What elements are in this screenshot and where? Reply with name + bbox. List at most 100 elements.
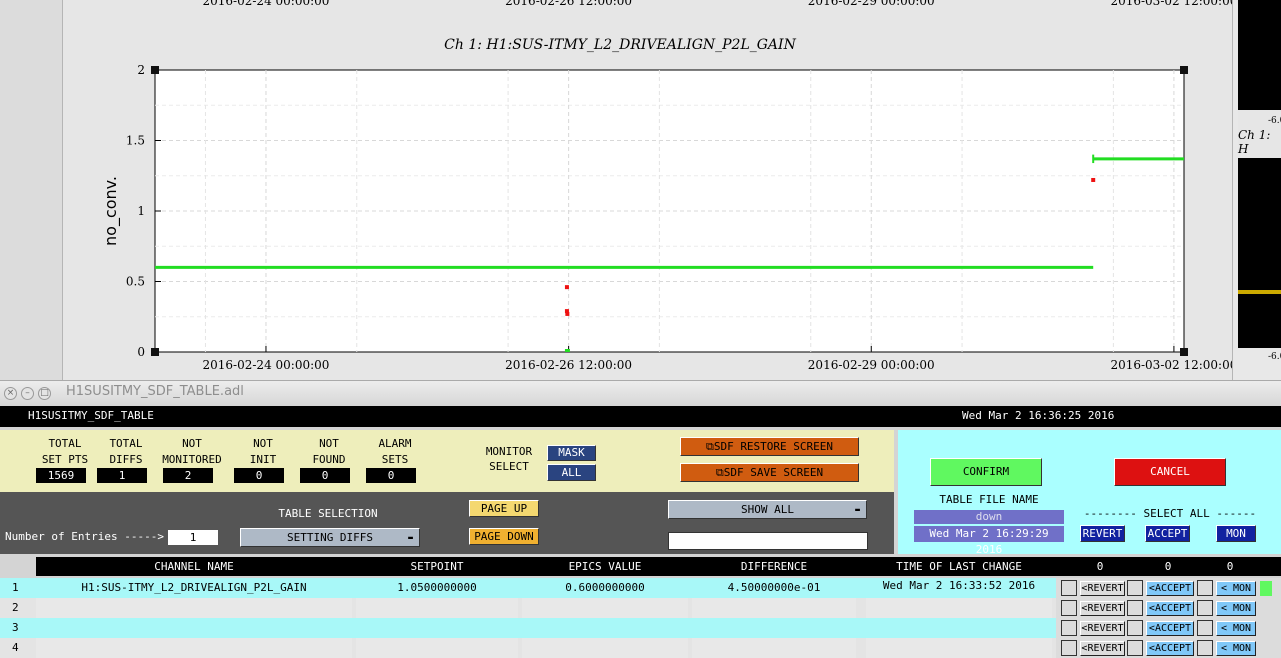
y-tick-label: 0 [137, 345, 145, 359]
plot-corner-handle[interactable] [151, 348, 159, 356]
all-button[interactable]: ALL [547, 464, 596, 481]
row-status-indicator [1260, 581, 1272, 596]
right-tick-label: -6.0 [1268, 116, 1281, 126]
mon-checkbox[interactable] [1197, 600, 1213, 616]
number-of-entries-value: 1 [168, 530, 218, 545]
table-selection-value: SETTING DIFFS [286, 531, 374, 544]
revert-checkbox[interactable] [1061, 600, 1077, 616]
accept-button[interactable]: <ACCEPT [1146, 601, 1194, 616]
sdf-save-screen-button[interactable]: ⧉SDF SAVE SCREEN [680, 463, 859, 482]
accept-count: 0 [1164, 560, 1172, 573]
channel-name-cell [36, 598, 352, 618]
page-up-button[interactable]: PAGE UP [469, 500, 539, 517]
row-number: 3 [0, 618, 36, 638]
select-all-accept-button[interactable]: ACCEPT [1145, 525, 1190, 542]
revert-button[interactable]: <REVERT [1080, 601, 1125, 616]
table-row[interactable]: 3 <REVERT <ACCEPT < MON [0, 618, 1281, 638]
column-header-difference: DIFFERENCE [740, 560, 808, 573]
stat-value: 1 [97, 468, 147, 483]
mon-count: 0 [1226, 560, 1234, 573]
channel-name-cell [36, 638, 352, 658]
y-axis-label: no_conv. [101, 176, 121, 246]
revert-checkbox[interactable] [1061, 580, 1077, 596]
table-row[interactable]: 1 H1:SUS-ITMY_L2_DRIVEALIGN_P2L_GAIN 1.050… [0, 578, 1281, 598]
accept-checkbox[interactable] [1127, 600, 1143, 616]
difference-cell [692, 598, 856, 618]
plot-title: Ch 1: H1:SUS-ITMY_L2_DRIVEALIGN_P2L_GAIN [444, 37, 796, 53]
mon-button[interactable]: < MON [1216, 601, 1256, 616]
table-row[interactable]: 2 <REVERT <ACCEPT < MON [0, 598, 1281, 618]
time-series-chart[interactable]: 0 0.5 1 1.5 2 2016-02-24 00:00:00 2016-02-24 0… [0, 0, 1232, 380]
x-tick-label: 2016-02-29 00:00:00 [808, 358, 935, 372]
accept-button[interactable]: <ACCEPT [1146, 581, 1194, 596]
x-tick-label: 2016-02-24 00:00:00 [203, 358, 330, 372]
epics-value-cell [522, 638, 688, 658]
plot-corner-handle[interactable] [151, 66, 159, 74]
revert-button[interactable]: <REVERT [1080, 581, 1125, 596]
stat-value: 0 [234, 468, 284, 483]
time-of-last-change-cell [866, 598, 1052, 618]
show-filter-dropdown[interactable]: SHOW ALL ▬ [668, 500, 867, 519]
row-number: 1 [0, 578, 36, 598]
x-tick-label-top: 2016-02-29 00:00:00 [808, 0, 935, 8]
filter-text-input[interactable] [668, 532, 868, 550]
select-all-mon-button[interactable]: MON [1216, 525, 1256, 542]
y-tick-label: 1.5 [126, 134, 145, 148]
x-tick-label: 2016-02-26 12:00:00 [505, 358, 632, 372]
difference-cell [692, 638, 856, 658]
revert-checkbox[interactable] [1061, 620, 1077, 636]
data-point [1091, 177, 1096, 182]
mon-checkbox[interactable] [1197, 640, 1213, 656]
revert-checkbox[interactable] [1061, 640, 1077, 656]
sdf-restore-screen-button[interactable]: ⧉SDF RESTORE SCREEN [680, 437, 859, 456]
stat-value: 0 [366, 468, 416, 483]
minimize-icon[interactable]: – [21, 387, 34, 400]
confirm-button[interactable]: CONFIRM [930, 458, 1042, 486]
accept-checkbox[interactable] [1127, 640, 1143, 656]
column-header-channel: CHANNEL NAME [154, 560, 234, 573]
mask-button[interactable]: MASK [547, 445, 596, 461]
data-point [564, 349, 570, 352]
maximize-icon[interactable]: □ [38, 387, 51, 400]
accept-button[interactable]: <ACCEPT [1146, 641, 1194, 656]
cancel-button[interactable]: CANCEL [1114, 458, 1226, 486]
table-selection-label: TABLE SELECTION [278, 507, 378, 520]
revert-button[interactable]: <REVERT [1080, 621, 1125, 636]
data-point [564, 285, 569, 290]
right-tick-label: -6.0 [1268, 352, 1281, 362]
dropdown-icon: ▬ [408, 533, 413, 542]
column-header-time: TIME OF LAST CHANGE [896, 560, 1022, 573]
mon-checkbox[interactable] [1197, 620, 1213, 636]
revert-button[interactable]: <REVERT [1080, 641, 1125, 656]
close-icon[interactable]: × [4, 387, 17, 400]
accept-checkbox[interactable] [1127, 620, 1143, 636]
number-of-entries-label: Number of Entries -----> [5, 530, 164, 543]
mon-button[interactable]: < MON [1216, 641, 1256, 656]
mon-button[interactable]: < MON [1216, 621, 1256, 636]
accept-button[interactable]: <ACCEPT [1146, 621, 1194, 636]
mon-checkbox[interactable] [1197, 580, 1213, 596]
plot-corner-handle[interactable] [1180, 66, 1188, 74]
table-selection-dropdown[interactable]: SETTING DIFFS ▬ [240, 528, 420, 547]
time-of-last-change-cell [866, 618, 1052, 638]
epics-value-cell: 0.6000000000 [522, 578, 688, 598]
current-datetime: Wed Mar 2 16:36:25 2016 [962, 409, 1115, 422]
select-all-revert-button[interactable]: REVERT [1080, 525, 1125, 542]
column-header-setpoint: SETPOINT [410, 560, 464, 573]
setpoint-cell [356, 638, 518, 658]
setpoint-cell [356, 618, 518, 638]
dropdown-icon: ▬ [855, 505, 860, 514]
time-of-last-change-cell: Wed Mar 2 16:33:52 2016 [866, 578, 1052, 598]
table-row[interactable]: 4 <REVERT <ACCEPT < MON [0, 638, 1281, 658]
x-tick-label-top: 2016-02-24 00:00:00 [203, 0, 330, 8]
stat-label: NOT MONITORED [162, 437, 222, 466]
window-title: H1SUSITMY_SDF_TABLE.adl [66, 384, 244, 399]
row-number: 2 [0, 598, 36, 618]
stat-label: ALARM SETS [378, 437, 412, 466]
plot-corner-handle[interactable] [1180, 348, 1188, 356]
column-header-epics-value: EPICS VALUE [568, 560, 642, 573]
page-down-button[interactable]: PAGE DOWN [469, 528, 539, 545]
accept-checkbox[interactable] [1127, 580, 1143, 596]
difference-cell [692, 618, 856, 638]
mon-button[interactable]: < MON [1216, 581, 1256, 596]
